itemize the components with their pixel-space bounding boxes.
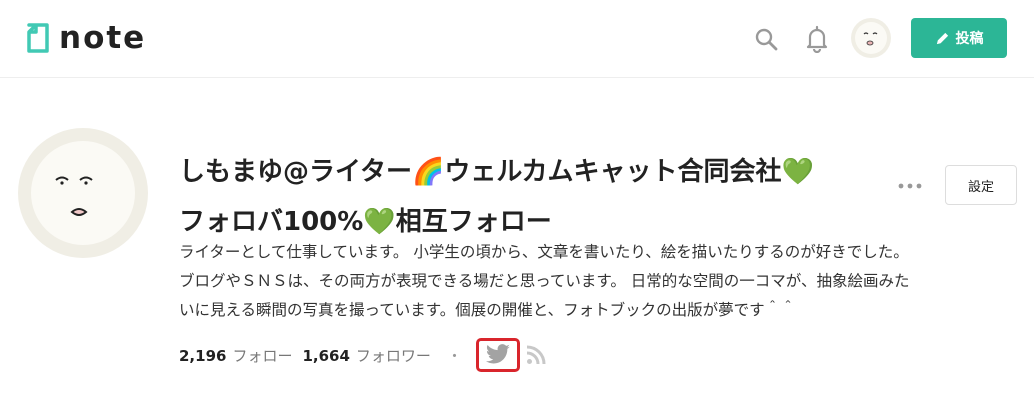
- bell-icon[interactable]: [804, 24, 830, 54]
- search-icon[interactable]: [753, 24, 779, 54]
- logo-text: note: [59, 19, 147, 56]
- note-logo[interactable]: note: [27, 20, 146, 56]
- twitter-icon: [485, 344, 510, 364]
- more-options-icon[interactable]: [896, 172, 924, 200]
- post-button-label: 投稿: [955, 31, 984, 47]
- profile-name: しもまゆ@ライター🌈ウェルカムキャット合同会社💚 フォロバ100%💚相互フォロー: [179, 147, 879, 247]
- following-link[interactable]: 2,196 フォロー: [179, 345, 292, 366]
- stats-separator: ・: [446, 346, 462, 365]
- rss-link[interactable]: [526, 345, 546, 365]
- settings-button[interactable]: 設定: [945, 165, 1017, 205]
- user-avatar[interactable]: [851, 18, 891, 58]
- pencil-icon: [936, 32, 948, 44]
- profile-bio: ライターとして仕事しています。 小学生の頃から、文章を書いたり、絵を描いたりする…: [179, 243, 910, 319]
- followers-label: フォロワー: [355, 346, 431, 365]
- followers-link[interactable]: 1,664 フォロワー: [302, 345, 430, 366]
- twitter-link[interactable]: [475, 338, 520, 372]
- following-label: フォロー: [232, 346, 293, 365]
- rss-icon: [526, 345, 546, 365]
- profile-stats: 2,196 フォロー 1,664 フォロワー ・: [179, 338, 546, 372]
- profile-name-line1: しもまゆ@ライター🌈ウェルカムキャット合同会社💚: [179, 157, 814, 187]
- profile-avatar: [18, 128, 148, 258]
- top-header: note 投稿: [0, 0, 1034, 78]
- note-logo-icon: [27, 23, 49, 53]
- followers-count: 1,664: [302, 346, 350, 365]
- post-button[interactable]: 投稿: [911, 18, 1007, 58]
- following-count: 2,196: [179, 346, 227, 365]
